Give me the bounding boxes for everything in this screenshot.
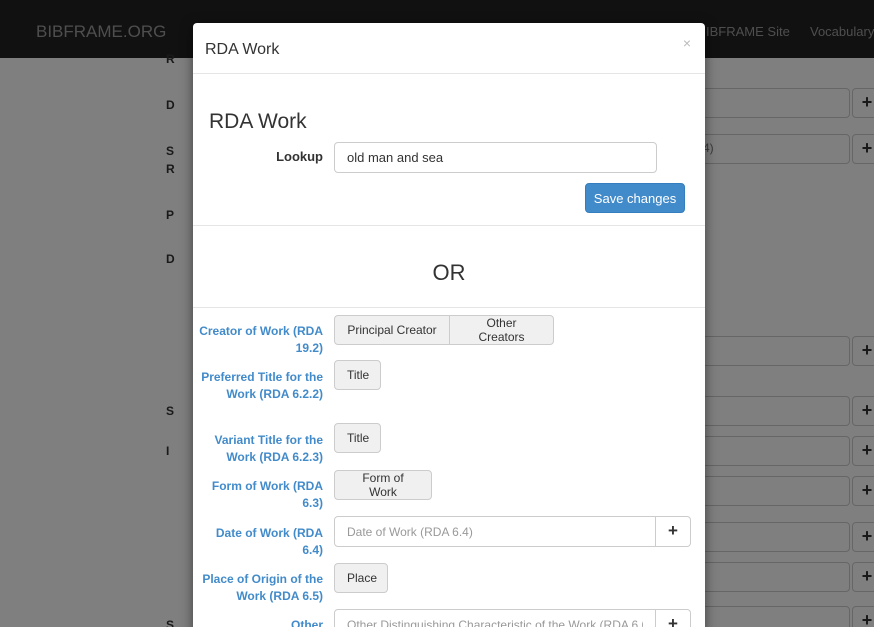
creator-of-work-label: Creator of Work (RDA 19.2) [199, 324, 323, 355]
lookup-input[interactable] [334, 142, 657, 173]
lookup-label: Lookup [276, 149, 323, 164]
date-of-work-input[interactable] [334, 516, 656, 547]
preferred-title-label: Preferred Title for the Work (RDA 6.2.2) [201, 370, 323, 401]
modal-header: RDA Work × [193, 23, 705, 74]
date-of-work-label: Date of Work (RDA 6.4) [215, 526, 323, 557]
form-heading: RDA Work [209, 110, 307, 133]
variant-title-label: Variant Title for the Work (RDA 6.2.3) [214, 433, 323, 464]
or-separator: OR [432, 260, 466, 285]
place-button[interactable]: Place [334, 563, 388, 593]
other-creators-button[interactable]: Other Creators [449, 315, 554, 345]
date-of-work-add-button[interactable]: + [656, 516, 691, 547]
modal-title: RDA Work [205, 41, 280, 58]
other-characteristic-add-button[interactable]: + [656, 609, 691, 627]
form-of-work-button[interactable]: Form of Work [334, 470, 432, 500]
variant-title-button[interactable]: Title [334, 423, 381, 453]
place-of-origin-label: Place of Origin of the Work (RDA 6.5) [202, 572, 323, 603]
principal-creator-button[interactable]: Principal Creator [334, 315, 450, 345]
form-of-work-label: Form of Work (RDA 6.3) [211, 479, 323, 510]
divider [193, 307, 705, 308]
other-characteristic-input[interactable] [334, 609, 656, 627]
save-changes-button[interactable]: Save changes [585, 183, 685, 213]
close-icon[interactable]: × [683, 35, 691, 51]
preferred-title-button[interactable]: Title [334, 360, 381, 390]
divider [193, 225, 705, 226]
other-characteristic-label: Other [290, 618, 323, 627]
rda-work-modal: RDA Work × RDA Work Lookup Save changes … [193, 23, 705, 627]
